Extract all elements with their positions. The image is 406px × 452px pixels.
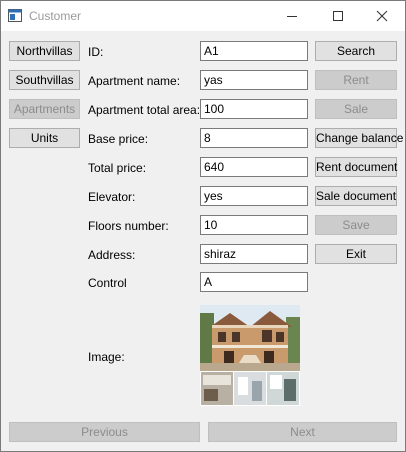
units-button[interactable]: Units bbox=[9, 128, 80, 148]
next-button[interactable]: Next bbox=[208, 422, 397, 442]
window-title: Customer bbox=[29, 9, 82, 23]
address-label: Address: bbox=[88, 248, 136, 262]
close-button[interactable] bbox=[359, 1, 405, 31]
apartment-name-label: Apartment name: bbox=[88, 74, 181, 88]
customer-window: Customer Northvillas Southvillas Apartme… bbox=[0, 0, 406, 452]
minimize-icon bbox=[287, 16, 297, 17]
southvillas-button[interactable]: Southvillas bbox=[9, 70, 80, 90]
close-icon bbox=[376, 10, 388, 22]
control-label: Control bbox=[88, 276, 127, 290]
elevator-field[interactable] bbox=[200, 186, 308, 206]
total-price-field[interactable] bbox=[200, 157, 308, 177]
exit-button[interactable]: Exit bbox=[315, 244, 397, 264]
search-button[interactable]: Search bbox=[315, 41, 397, 61]
image-label: Image: bbox=[88, 350, 125, 364]
apartment-total-area-label: Apartment total area: bbox=[88, 103, 201, 117]
rent-document-button[interactable]: Rent document bbox=[315, 157, 397, 177]
id-label: ID: bbox=[88, 45, 104, 59]
id-field[interactable] bbox=[200, 41, 308, 61]
northvillas-button[interactable]: Northvillas bbox=[9, 41, 80, 61]
sale-button[interactable]: Sale bbox=[315, 99, 397, 119]
apartment-image bbox=[200, 305, 300, 406]
app-icon bbox=[8, 9, 22, 22]
floors-number-label: Floors number: bbox=[88, 219, 169, 233]
maximize-icon bbox=[333, 11, 343, 21]
sale-document-button[interactable]: Sale document bbox=[315, 186, 397, 206]
apartment-total-area-field[interactable] bbox=[200, 99, 308, 119]
rent-button[interactable]: Rent bbox=[315, 70, 397, 90]
address-field[interactable] bbox=[200, 244, 308, 264]
floors-number-field[interactable] bbox=[200, 215, 308, 235]
change-balance-button[interactable]: Change balance bbox=[315, 128, 403, 148]
minimize-button[interactable] bbox=[269, 1, 315, 31]
elevator-label: Elevator: bbox=[88, 190, 136, 204]
total-price-label: Total price: bbox=[88, 161, 147, 175]
control-field[interactable] bbox=[200, 272, 308, 292]
apartment-name-field[interactable] bbox=[200, 70, 308, 90]
save-button[interactable]: Save bbox=[315, 215, 397, 235]
apartments-button[interactable]: Apartments bbox=[9, 99, 80, 119]
base-price-label: Base price: bbox=[88, 132, 149, 146]
previous-button[interactable]: Previous bbox=[9, 422, 200, 442]
maximize-button[interactable] bbox=[315, 1, 361, 31]
base-price-field[interactable] bbox=[200, 128, 308, 148]
title-bar: Customer bbox=[1, 1, 405, 31]
